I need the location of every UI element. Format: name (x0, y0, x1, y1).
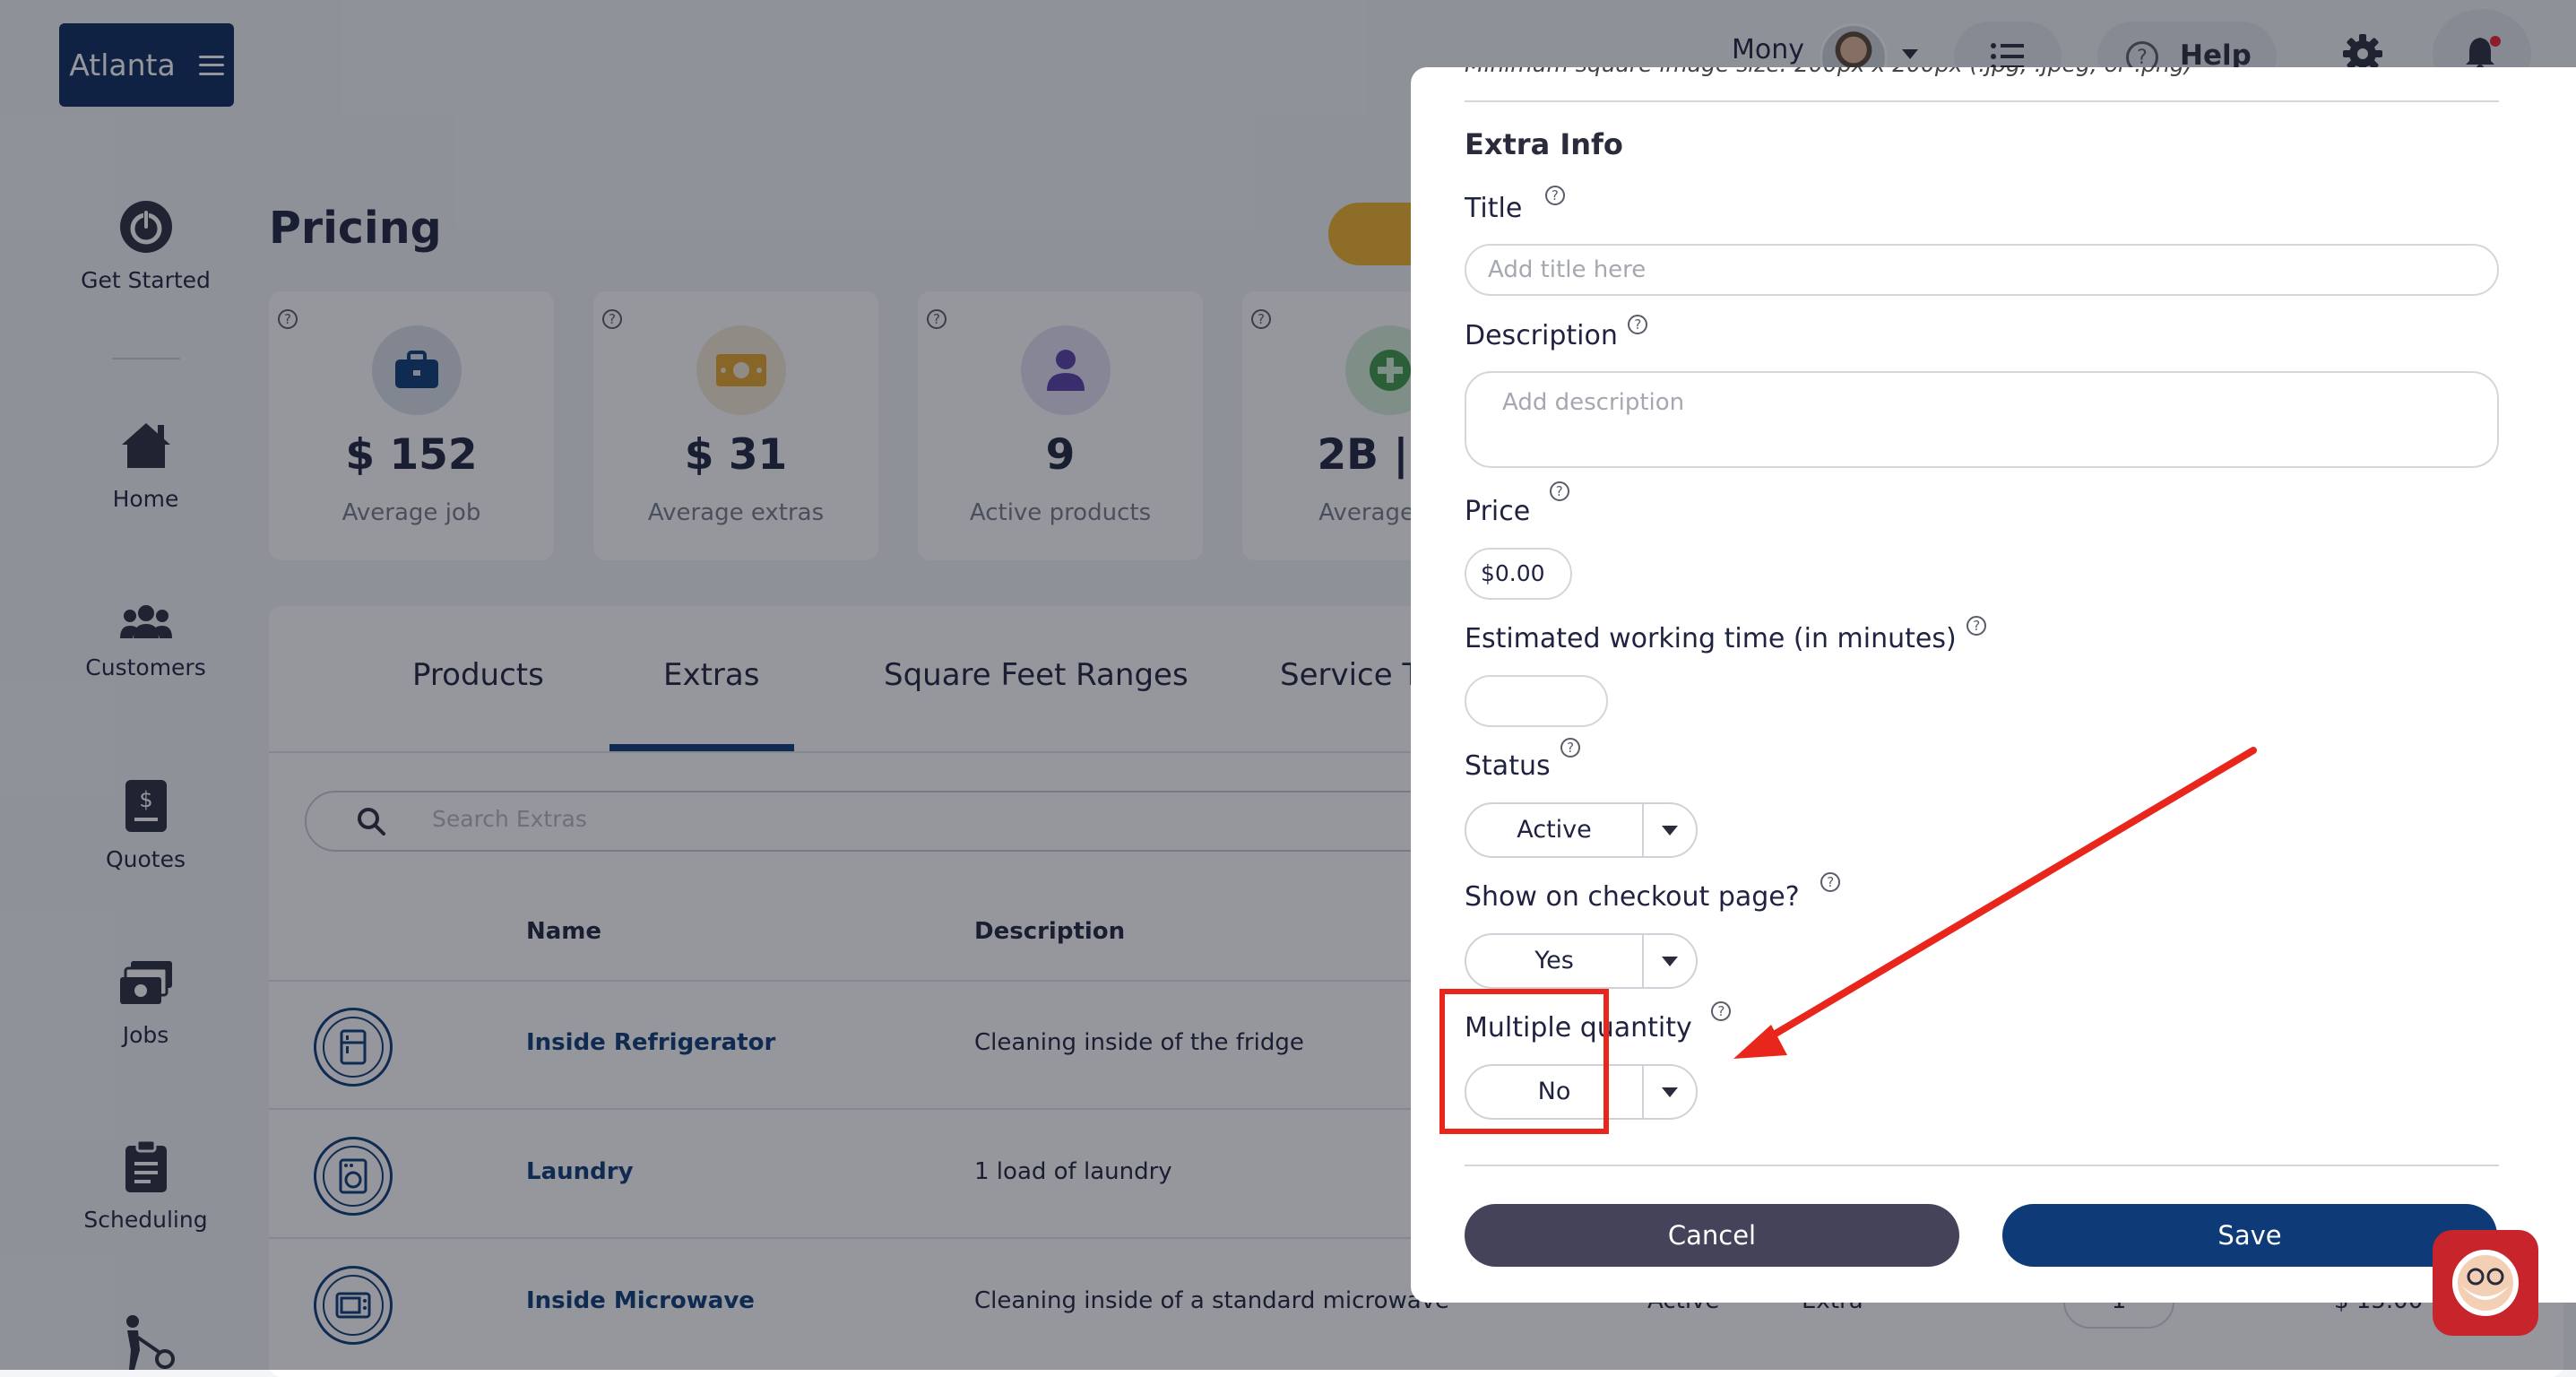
save-button[interactable]: Save (2002, 1204, 2497, 1267)
cancel-button[interactable]: Cancel (1465, 1204, 1959, 1267)
annotation-arrow-icon (1733, 747, 2257, 1059)
divider (1465, 1165, 2499, 1166)
santa-chat-icon[interactable] (2433, 1230, 2538, 1336)
santa-face (2452, 1250, 2519, 1316)
extra-info-modal: Minimum square image size: 200px x 200px… (1411, 67, 2576, 1303)
